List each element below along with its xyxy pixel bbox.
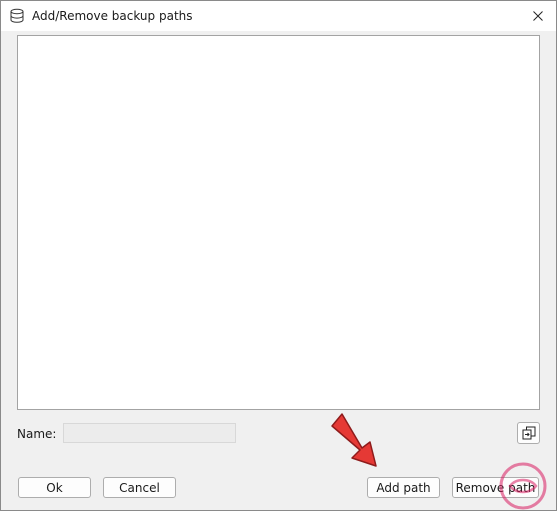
close-icon bbox=[533, 11, 543, 21]
dialog-title: Add/Remove backup paths bbox=[32, 9, 193, 23]
name-label: Name: bbox=[17, 427, 57, 441]
cancel-button[interactable]: Cancel bbox=[103, 477, 176, 498]
add-path-button[interactable]: Add path bbox=[367, 477, 440, 498]
copy-icon bbox=[522, 426, 535, 440]
ok-button[interactable]: Ok bbox=[18, 477, 91, 498]
remove-path-button[interactable]: Remove path bbox=[452, 477, 539, 498]
backup-path-list[interactable] bbox=[17, 35, 540, 410]
copy-button[interactable] bbox=[517, 422, 540, 444]
title-bar[interactable]: Add/Remove backup paths bbox=[1, 1, 556, 31]
name-input[interactable] bbox=[63, 423, 236, 443]
close-button[interactable] bbox=[526, 5, 550, 27]
backup-paths-dialog: Add/Remove backup paths Name: Ok Cancel … bbox=[0, 0, 557, 511]
database-icon bbox=[9, 8, 25, 24]
